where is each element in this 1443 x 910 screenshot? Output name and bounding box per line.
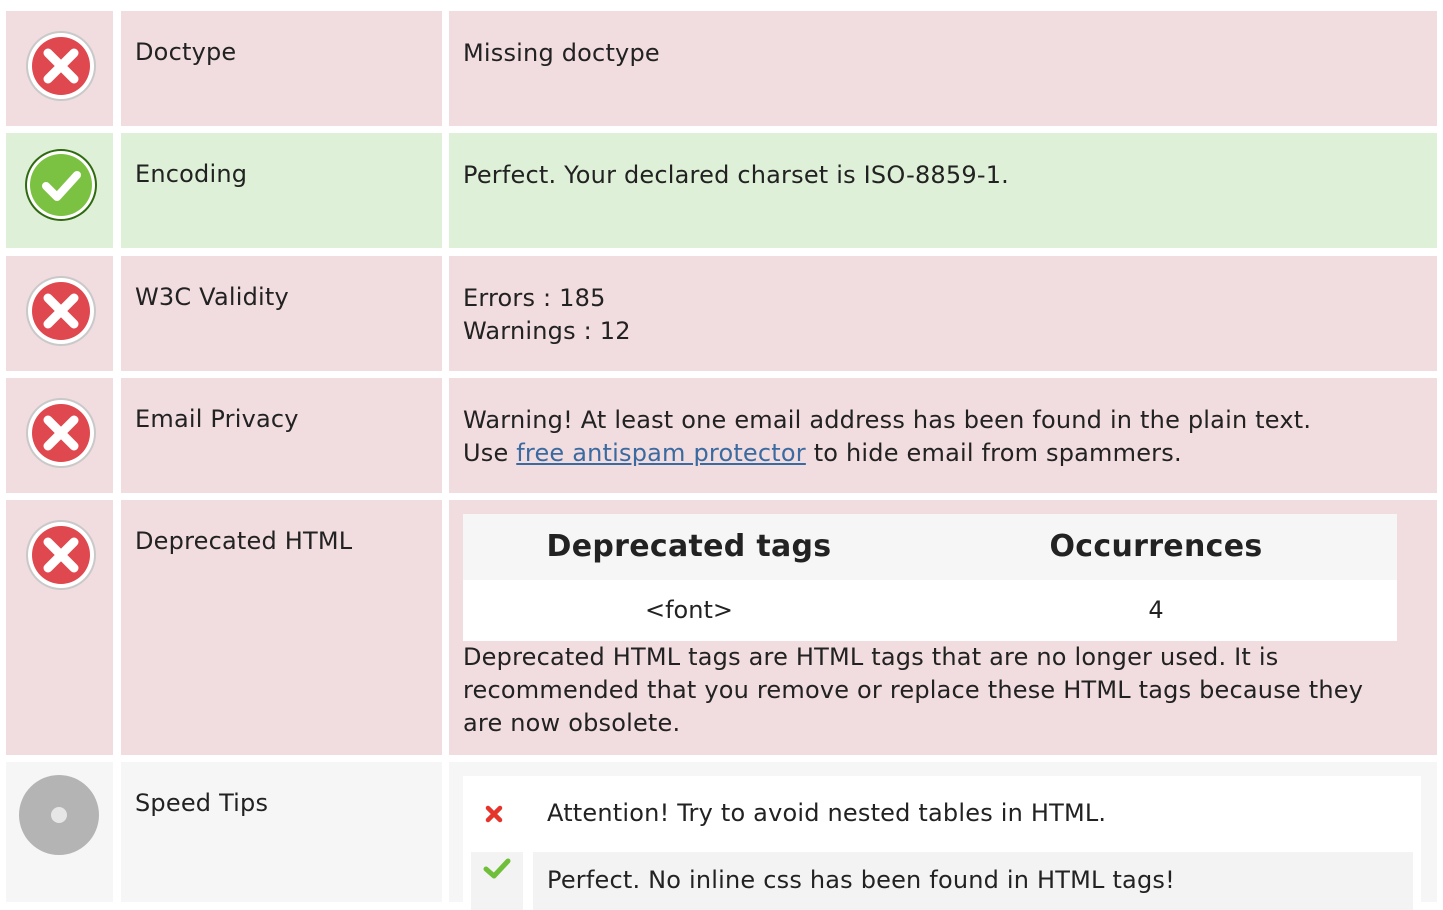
error-icon (26, 276, 96, 346)
email-advice: Use free antispam protector to hide emai… (463, 437, 1407, 470)
info-cell: Attention! Try to avoid nested tables in… (449, 762, 1437, 910)
row-w3c-validity: W3C Validity Errors : 185 Warnings : 12 (0, 256, 1443, 371)
antispam-protector-link[interactable]: free antispam protector (516, 439, 806, 467)
email-message: Warning! At least one email address has … (463, 404, 1407, 470)
error-icon (26, 31, 96, 101)
warnings-count: Warnings : 12 (463, 317, 631, 345)
tip-text: Attention! Try to avoid nested tables in… (547, 799, 1107, 827)
info-cell: Warning! At least one email address has … (449, 378, 1437, 493)
label-cell: Speed Tips (121, 762, 442, 902)
advice-suffix: to hide email from spammers. (805, 439, 1182, 467)
error-icon (26, 398, 96, 468)
info-cell: Deprecated tags Occurrences <font> 4 Dep… (449, 500, 1437, 755)
row-encoding: Encoding Perfect. Your declared charset … (0, 133, 1443, 248)
status-cell (6, 500, 113, 755)
seo-report: Doctype Missing doctype Encoding Perfect… (0, 0, 1443, 910)
row-label: Deprecated HTML (135, 527, 353, 555)
doctype-message: Missing doctype (463, 39, 660, 67)
tip-status (471, 852, 523, 910)
speed-tips-list: Attention! Try to avoid nested tables in… (463, 776, 1421, 910)
row-label: Encoding (135, 160, 248, 188)
label-cell: Doctype (121, 11, 442, 126)
errors-count: Errors : 185 (463, 284, 606, 312)
status-cell (6, 378, 113, 493)
label-cell: W3C Validity (121, 256, 442, 371)
w3c-results: Errors : 185 Warnings : 12 (463, 282, 1407, 348)
header-occurrences: Occurrences (1049, 529, 1263, 564)
status-cell (6, 11, 113, 126)
status-cell (6, 133, 113, 248)
row-deprecated-html: Deprecated HTML Deprecated tags Occurren… (0, 500, 1443, 755)
header-deprecated-tags: Deprecated tags (546, 529, 832, 564)
row-email-privacy: Email Privacy Warning! At least one emai… (0, 378, 1443, 493)
tag-name: <font> (645, 596, 733, 624)
row-speed-tips: Speed Tips Attention! Try to avoid neste… (0, 762, 1443, 910)
checkmark-icon (483, 858, 511, 879)
list-item: Attention! Try to avoid nested tables in… (471, 784, 1413, 842)
tag-count: 4 (1148, 596, 1164, 624)
status-cell (6, 256, 113, 371)
row-label: Speed Tips (135, 789, 269, 817)
row-label: Email Privacy (135, 405, 299, 433)
table-header: Deprecated tags Occurrences (463, 514, 1397, 580)
advice-prefix: Use (463, 439, 517, 467)
email-warning: Warning! At least one email address has … (463, 406, 1312, 434)
info-cell: Missing doctype (449, 11, 1437, 126)
encoding-message: Perfect. Your declared charset is ISO-88… (463, 161, 1009, 189)
info-cell: Perfect. Your declared charset is ISO-88… (449, 133, 1437, 248)
label-cell: Encoding (121, 133, 442, 248)
table-row: <font> 4 (463, 580, 1397, 641)
deprecated-description: Deprecated HTML tags are HTML tags that … (463, 643, 1364, 737)
info-cell: Errors : 185 Warnings : 12 (449, 256, 1437, 371)
list-item: Perfect. No inline css has been found in… (471, 852, 1413, 910)
tip-text: Perfect. No inline css has been found in… (533, 852, 1413, 910)
deprecated-tags-table: Deprecated tags Occurrences <font> 4 (463, 514, 1397, 641)
error-icon (26, 520, 96, 590)
cross-icon (485, 805, 503, 823)
row-doctype: Doctype Missing doctype (0, 11, 1443, 126)
row-label: W3C Validity (135, 283, 289, 311)
row-label: Doctype (135, 38, 237, 66)
label-cell: Email Privacy (121, 378, 442, 493)
tip-status (471, 784, 523, 842)
label-cell: Deprecated HTML (121, 500, 442, 755)
check-icon (25, 149, 97, 221)
neutral-icon (19, 775, 99, 855)
status-cell (6, 762, 113, 902)
